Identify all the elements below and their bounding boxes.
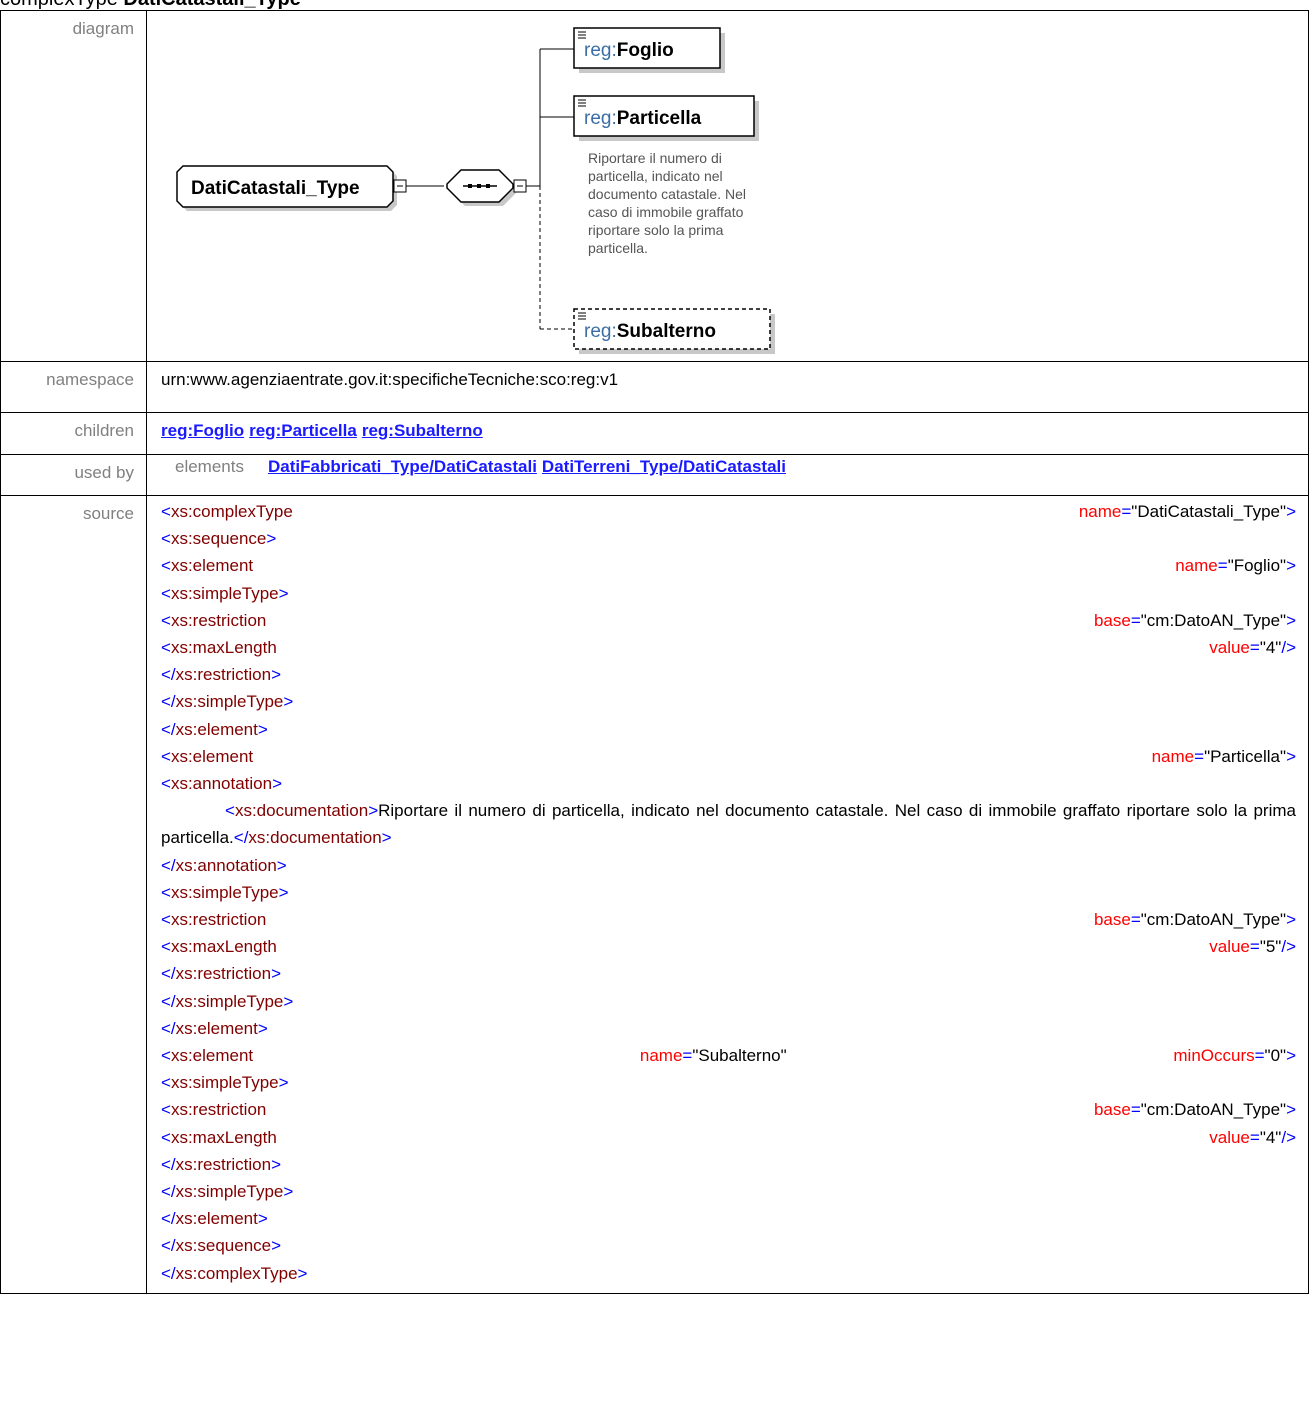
source-line: < xs:element name = "Particella" > [161, 746, 1296, 766]
used-by-label: used by [0, 454, 147, 496]
schema-diagram: DatiCatastali_Type reg:Foglio reg:Partic… [176, 27, 775, 354]
source-line: </xs:element > [161, 1209, 268, 1229]
svg-text:caso di immobile graffato: caso di immobile graffato [588, 204, 744, 220]
child-link-subalterno[interactable]: reg:Subalterno [362, 421, 483, 440]
svg-text:Riportare il numero di: Riportare il numero di [588, 150, 722, 166]
collapse-icon[interactable] [513, 179, 527, 193]
source-line: </xs:restriction > [161, 964, 282, 984]
children-list: reg:Foglio reg:Particella reg:Subalterno [146, 412, 1309, 455]
source-line: < xs:maxLength value = "5"/> [161, 937, 1296, 957]
doc-table: diagram DatiCatastali_Type reg:Foglio re… [0, 10, 1309, 1294]
source-line: < xs:restriction base = "cm:DatoAN_Type" > [161, 1100, 1296, 1120]
child-element-particella[interactable]: reg:Particella [573, 95, 759, 141]
source-line: < xs:maxLength value = "4"/> [161, 638, 1296, 658]
sequence-compositor[interactable] [446, 169, 517, 206]
child-prefix: reg: [584, 321, 617, 342]
source-line: < xs:annotation > [161, 774, 283, 794]
svg-text:riportare solo la prima: riportare solo la prima [588, 222, 724, 238]
child-link-particella[interactable]: reg:Particella [249, 421, 357, 440]
source-line: </xs:simpleType > [161, 692, 294, 712]
child-link-foglio[interactable]: reg:Foglio [161, 421, 244, 440]
svg-text:particella.: particella. [588, 240, 648, 256]
diagram-cell: DatiCatastali_Type reg:Foglio reg:Partic… [146, 10, 1309, 362]
source-line: </xs:annotation > [161, 855, 287, 875]
source-line: < xs:simpleType > [161, 1073, 289, 1093]
source-doc-line: <xs:documentation>Riportare il numero di… [161, 801, 1296, 848]
child-prefix: reg: [584, 108, 617, 129]
used-by-link-fabbricati[interactable]: DatiFabbricati_Type/DatiCatastali [268, 457, 537, 476]
source-line: </xs:simpleType > [161, 991, 294, 1011]
source-line: </xs:simpleType > [161, 1182, 294, 1202]
source-line: </xs:sequence > [161, 1236, 282, 1256]
child-name: Subalterno [617, 321, 716, 342]
source-line: < xs:restriction base = "cm:DatoAN_Type" > [161, 910, 1296, 930]
svg-text:reg:Particella: reg:Particella [584, 108, 702, 129]
children-label: children [0, 412, 147, 455]
svg-text:reg:Subalterno: reg:Subalterno [584, 321, 716, 342]
child-element-foglio[interactable]: reg:Foglio [573, 27, 725, 73]
diagram-label: diagram [0, 10, 147, 362]
source-line: </xs:restriction > [161, 1154, 282, 1174]
source-line: </xs:restriction > [161, 665, 282, 685]
source-line: </xs:complexType > [161, 1263, 308, 1283]
svg-text:documento catastale. Nel: documento catastale. Nel [588, 186, 746, 202]
source-line: </xs:element > [161, 719, 268, 739]
source-line: < xs:restriction base = "cm:DatoAN_Type" > [161, 610, 1296, 630]
used-by-list: elements DatiFabbricati_Type/DatiCatastal… [146, 454, 1309, 496]
source-label: source [0, 495, 147, 1294]
used-by-link-terreni[interactable]: DatiTerreni_Type/DatiCatastali [542, 457, 786, 476]
child-name: Particella [617, 108, 702, 129]
source-line: < xs:sequence > [161, 529, 277, 549]
source-code: < xs:complexType name = "DatiCatastali_Type"… [146, 495, 1309, 1294]
child-prefix: reg: [584, 40, 617, 61]
collapse-icon[interactable] [393, 179, 407, 193]
source-line: < xs:maxLength value = "4"/> [161, 1127, 1296, 1147]
particella-annotation: Riportare il numero di particella, indic… [588, 150, 746, 256]
source-line: < xs:complexType name = "DatiCatastali_Type"… [161, 502, 1296, 521]
source-line: < xs:simpleType > [161, 583, 289, 603]
used-by-kind: elements [175, 457, 244, 476]
svg-text:reg:Foglio: reg:Foglio [584, 40, 674, 61]
root-type-name: DatiCatastali_Type [191, 178, 360, 199]
namespace-value: urn:www.agenziaentrate.gov.it:specifiche… [146, 361, 1309, 413]
source-line: < xs:element name = "Foglio" > [161, 556, 1296, 576]
source-line: < xs:simpleType > [161, 882, 289, 902]
root-type-box[interactable]: DatiCatastali_Type [176, 165, 397, 211]
child-element-subalterno[interactable]: reg:Subalterno [573, 308, 775, 354]
child-name: Foglio [617, 40, 674, 61]
svg-text:particella, indicato nel: particella, indicato nel [588, 168, 723, 184]
namespace-label: namespace [0, 361, 147, 413]
source-line: </xs:element > [161, 1018, 268, 1038]
source-line: < xs:element name = "Subalterno" minOccurs = "0… [161, 1046, 1297, 1066]
